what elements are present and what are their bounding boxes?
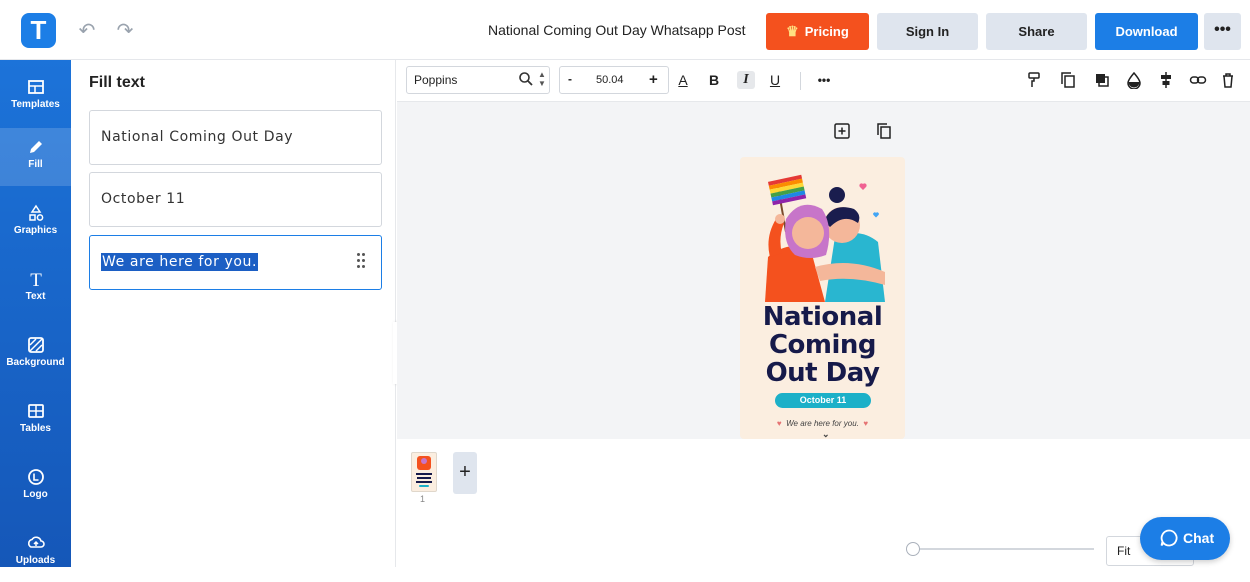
app-logo[interactable]: T <box>21 13 56 48</box>
sidebar-item-logo[interactable]: Logo <box>0 458 71 516</box>
add-page-icon[interactable] <box>833 122 851 140</box>
text-color-button[interactable]: A <box>674 71 692 89</box>
more-options-button[interactable]: ••• <box>1204 13 1241 50</box>
sidebar-item-label: Fill <box>28 159 43 170</box>
logo-icon <box>27 469 44 485</box>
sidebar: Templates Fill Graphics T Text Backgroun… <box>0 60 71 567</box>
thumbnail-preview <box>416 456 432 487</box>
sidebar-item-label: Templates <box>11 99 60 110</box>
pricing-label: Pricing <box>804 24 849 39</box>
align-icon[interactable] <box>1157 71 1175 89</box>
poster-title-line[interactable]: National <box>740 303 905 331</box>
font-name: Poppins <box>414 73 458 87</box>
sidebar-item-graphics[interactable]: Graphics <box>0 194 71 252</box>
svg-text:T: T <box>30 270 42 289</box>
document-title[interactable]: National Coming Out Day Whatsapp Post <box>488 22 746 38</box>
link-icon[interactable] <box>1189 71 1207 89</box>
text-field-value[interactable]: October 11 <box>101 191 185 207</box>
heart-icon: ♥ <box>863 419 869 428</box>
decrease-size-button[interactable]: - <box>568 72 572 86</box>
top-bar: T ↶ ↷ National Coming Out Day Whatsapp P… <box>0 0 1250 60</box>
table-icon <box>27 404 44 418</box>
font-family-select[interactable]: Poppins ▲ ▼ <box>406 66 550 94</box>
text-icon: T <box>30 270 42 289</box>
sidebar-item-tables[interactable]: Tables <box>0 392 71 450</box>
page-thumbnail[interactable] <box>411 452 437 492</box>
download-button[interactable]: Download <box>1095 13 1198 50</box>
sidebar-item-text[interactable]: T Text <box>0 260 71 318</box>
poster-date-pill[interactable]: October 11 <box>775 393 871 408</box>
sidebar-item-templates[interactable]: Templates <box>0 68 71 126</box>
shapes-icon <box>28 204 43 221</box>
design-poster[interactable]: National Coming Out Day October 11 ♥ We … <box>740 157 905 439</box>
font-stepper-icon[interactable]: ▲ ▼ <box>538 70 546 88</box>
toolbar-divider <box>800 72 801 90</box>
sign-in-button[interactable]: Sign In <box>877 13 978 50</box>
sidebar-item-label: Uploads <box>15 555 56 566</box>
chevron-down-icon[interactable]: ⌄ <box>822 429 830 439</box>
crown-icon: ♛ <box>786 23 799 39</box>
panel-title: Fill text <box>89 74 146 91</box>
increase-size-button[interactable]: + <box>649 71 658 88</box>
background-icon <box>27 337 44 353</box>
canvas-area[interactable]: National Coming Out Day October 11 ♥ We … <box>397 102 1250 439</box>
add-page-button[interactable]: + <box>453 452 477 494</box>
bold-button[interactable]: B <box>705 71 723 89</box>
drag-handle-icon[interactable] <box>357 253 365 271</box>
font-size-value[interactable]: 50.04 <box>596 74 624 86</box>
sidebar-item-label: Logo <box>23 489 48 500</box>
sidebar-item-background[interactable]: Background <box>0 326 71 384</box>
poster-tagline[interactable]: ♥ We are here for you. ♥ <box>740 419 905 428</box>
duplicate-page-icon[interactable] <box>875 122 893 140</box>
text-field-value[interactable]: National Coming Out Day <box>101 129 293 145</box>
opacity-icon[interactable] <box>1125 71 1143 90</box>
chat-label: Chat <box>1183 530 1215 546</box>
layer-order-icon[interactable] <box>1093 71 1111 89</box>
text-field-title[interactable]: National Coming Out Day <box>89 110 382 165</box>
heart-icon: ♥ <box>776 419 782 428</box>
undo-icon[interactable]: ↶ <box>76 20 98 42</box>
underline-button[interactable]: U <box>766 71 784 89</box>
couple-illustration <box>765 174 885 302</box>
poster-title-line[interactable]: Coming <box>740 331 905 359</box>
text-field-value[interactable]: We are here for you. <box>101 253 259 271</box>
sidebar-item-label: Background <box>6 357 65 368</box>
chat-bubble-icon <box>1160 529 1178 547</box>
zoom-slider-handle[interactable] <box>906 542 920 556</box>
sidebar-item-fill[interactable]: Fill <box>0 128 71 186</box>
text-field-date[interactable]: October 11 <box>89 172 382 227</box>
font-size-stepper[interactable]: - 50.04 + <box>559 66 669 94</box>
page-number: 1 <box>420 494 426 504</box>
duplicate-icon[interactable] <box>1059 71 1077 89</box>
sidebar-item-uploads[interactable]: Uploads <box>0 524 71 582</box>
fill-text-panel: Fill text National Coming Out Day Octobe… <box>71 60 396 567</box>
pricing-button[interactable]: ♛ Pricing <box>766 13 869 50</box>
templates-icon <box>27 80 44 94</box>
sidebar-item-label: Graphics <box>13 225 58 236</box>
text-field-tagline[interactable]: We are here for you. <box>89 235 382 290</box>
upload-cloud-icon <box>27 536 45 548</box>
pencil-icon <box>29 141 42 153</box>
chat-button[interactable]: Chat <box>1140 517 1230 560</box>
italic-button[interactable]: I <box>737 71 755 89</box>
search-icon[interactable] <box>518 71 534 87</box>
poster-title-line[interactable]: Out Day <box>740 359 905 387</box>
text-toolbar: Poppins ▲ ▼ - 50.04 + A B I U ••• <box>397 60 1250 102</box>
more-text-options-button[interactable]: ••• <box>815 71 833 89</box>
sidebar-item-label: Text <box>25 291 46 302</box>
format-painter-icon[interactable] <box>1025 71 1043 89</box>
zoom-slider-track[interactable] <box>914 548 1094 550</box>
sidebar-item-label: Tables <box>20 423 51 434</box>
redo-icon[interactable]: ↷ <box>114 20 136 42</box>
poster-tagline-text: We are here for you. <box>786 419 859 428</box>
delete-icon[interactable] <box>1219 71 1237 89</box>
share-button[interactable]: Share <box>986 13 1087 50</box>
